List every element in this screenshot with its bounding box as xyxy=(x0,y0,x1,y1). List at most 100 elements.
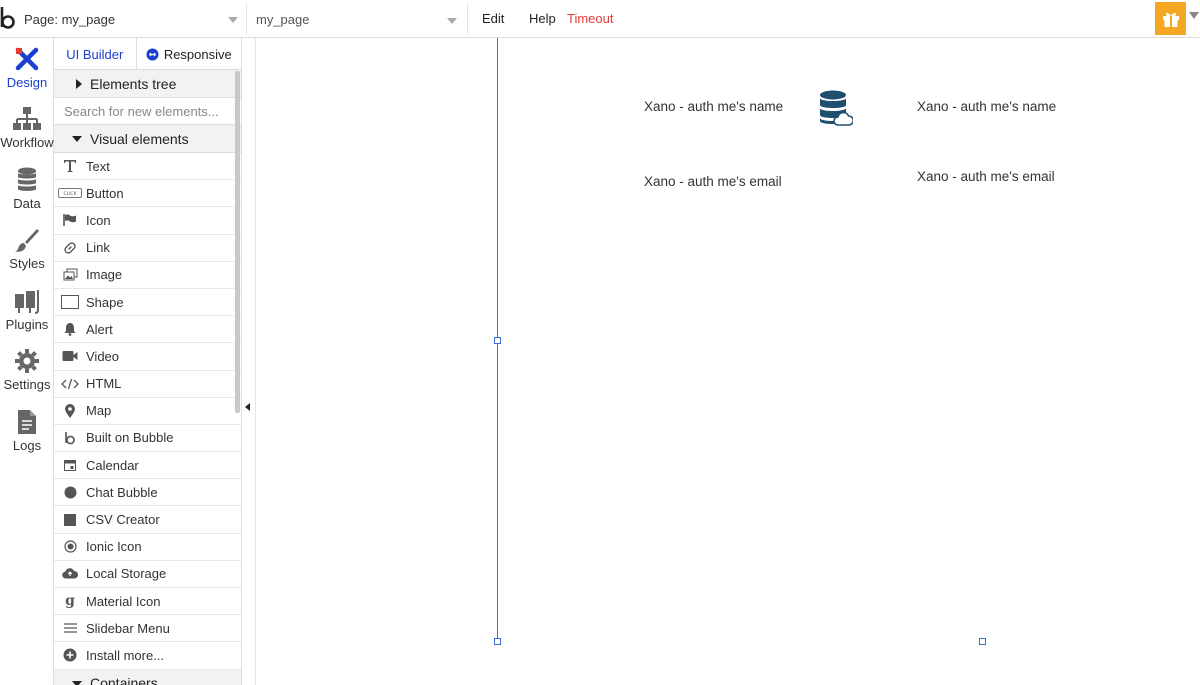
page-canvas[interactable]: Xano - auth me's name Xano - auth me's e… xyxy=(256,38,1200,685)
nav-workflow-label: Workflow xyxy=(0,135,54,150)
text-right-email[interactable]: Xano - auth me's email xyxy=(917,169,1055,184)
nav-logs[interactable]: Logs xyxy=(0,401,54,461)
caret-down-icon xyxy=(72,136,82,142)
nav-settings[interactable]: Settings xyxy=(0,340,54,400)
element-video-label: Video xyxy=(86,348,120,364)
video-icon xyxy=(54,350,86,362)
plus-circle-icon xyxy=(54,648,86,662)
visual-elements-header[interactable]: Visual elements xyxy=(54,125,241,153)
element-selector-label: my_page xyxy=(256,11,310,27)
elements-tree-label: Elements tree xyxy=(90,75,177,92)
caret-right-icon xyxy=(76,79,82,89)
element-video[interactable]: Video xyxy=(54,343,241,371)
element-icon[interactable]: Icon xyxy=(54,207,241,235)
page-selector[interactable]: Page: my_page xyxy=(18,3,247,35)
element-selector[interactable]: my_page xyxy=(248,3,468,35)
visual-elements-list: Text CLICK Button Icon Link Image Shape … xyxy=(54,153,241,670)
caret-left-icon xyxy=(245,403,250,411)
menu-edit[interactable]: Edit xyxy=(482,11,504,26)
gear-icon xyxy=(15,349,39,373)
chevron-down-icon[interactable] xyxy=(1189,12,1199,19)
element-slidebar-menu[interactable]: Slidebar Menu xyxy=(54,615,241,643)
nav-design[interactable]: Design xyxy=(0,38,54,98)
element-built-on-bubble[interactable]: Built on Bubble xyxy=(54,425,241,453)
visual-elements-label: Visual elements xyxy=(90,130,189,147)
menu-help[interactable]: Help xyxy=(529,11,556,26)
element-calendar-label: Calendar xyxy=(86,457,139,473)
caret-down-icon xyxy=(72,680,82,685)
panel-tabs: UI Builder Responsive xyxy=(54,38,241,70)
nav-settings-label: Settings xyxy=(3,377,51,392)
element-text[interactable]: Text xyxy=(54,153,241,181)
element-text-label: Text xyxy=(86,158,110,174)
resize-handle[interactable] xyxy=(979,638,986,645)
button-icon: CLICK xyxy=(54,188,86,199)
containers-header[interactable]: Containers xyxy=(54,669,241,685)
database-cloud-icon[interactable] xyxy=(819,90,853,126)
cloud-icon xyxy=(54,568,86,579)
nav-logs-label: Logs xyxy=(12,438,42,453)
element-icon-label: Icon xyxy=(86,212,111,228)
ionic-icon xyxy=(54,540,86,553)
elements-panel: UI Builder Responsive Elements tree Visu… xyxy=(54,38,242,685)
gift-button[interactable] xyxy=(1155,2,1186,35)
element-shape-label: Shape xyxy=(86,294,124,310)
element-install-more[interactable]: Install more... xyxy=(54,642,241,670)
bubble-logo-icon[interactable] xyxy=(0,5,16,33)
text-right-name[interactable]: Xano - auth me's name xyxy=(917,99,1056,114)
panel-scrollbar[interactable] xyxy=(235,71,240,413)
map-pin-icon xyxy=(54,403,86,418)
nav-design-label: Design xyxy=(6,75,48,90)
link-icon xyxy=(54,241,86,255)
data-icon xyxy=(18,167,36,191)
nav-workflow[interactable]: Workflow xyxy=(0,98,54,158)
element-material-icon[interactable]: g Material Icon xyxy=(54,588,241,616)
left-nav: Design Workflow Data Styles Plugins Sett… xyxy=(0,38,54,685)
element-link[interactable]: Link xyxy=(54,235,241,262)
menu-icon xyxy=(54,623,86,633)
element-button[interactable]: CLICK Button xyxy=(54,180,241,208)
flag-icon xyxy=(54,214,86,227)
elements-tree-header[interactable]: Elements tree xyxy=(54,70,241,98)
tab-ui-builder[interactable]: UI Builder xyxy=(54,38,137,70)
element-link-label: Link xyxy=(86,240,110,256)
element-slidebar-menu-label: Slidebar Menu xyxy=(86,620,170,636)
nav-styles[interactable]: Styles xyxy=(0,219,54,279)
element-install-more-label: Install more... xyxy=(86,647,165,663)
chevron-down-icon xyxy=(228,17,238,23)
brush-icon xyxy=(15,229,39,252)
element-image[interactable]: Image xyxy=(54,262,241,289)
gift-icon xyxy=(1162,12,1179,27)
element-ionic-icon[interactable]: Ionic Icon xyxy=(54,534,241,561)
text-left-email[interactable]: Xano - auth me's email xyxy=(644,174,782,189)
element-alert-label: Alert xyxy=(86,321,113,337)
element-button-label: Button xyxy=(86,185,124,201)
element-map[interactable]: Map xyxy=(54,398,241,425)
element-chat-bubble[interactable]: Chat Bubble xyxy=(54,479,241,507)
element-html[interactable]: HTML xyxy=(54,371,241,398)
image-icon xyxy=(54,268,86,281)
top-bar: Page: my_page my_page Edit Help Timeout xyxy=(0,0,1200,38)
element-shape[interactable]: Shape xyxy=(54,289,241,317)
nav-plugins-label: Plugins xyxy=(5,317,49,332)
responsive-icon xyxy=(146,48,159,60)
element-local-storage[interactable]: Local Storage xyxy=(54,561,241,588)
nav-plugins[interactable]: Plugins xyxy=(0,280,54,340)
timeout-status: Timeout xyxy=(567,11,614,26)
tab-responsive[interactable]: Responsive xyxy=(137,38,241,70)
chat-bubble-icon xyxy=(54,486,86,499)
resize-handle[interactable] xyxy=(494,337,501,344)
element-material-icon-label: Material Icon xyxy=(86,593,161,609)
text-left-name[interactable]: Xano - auth me's name xyxy=(644,99,783,114)
resize-handle[interactable] xyxy=(494,638,501,645)
containers-label: Containers xyxy=(90,675,158,685)
element-alert[interactable]: Alert xyxy=(54,316,241,344)
nav-data[interactable]: Data xyxy=(0,159,54,219)
panel-collapse-button[interactable] xyxy=(242,38,256,685)
bell-icon xyxy=(54,322,86,337)
element-calendar[interactable]: Calendar xyxy=(54,452,241,480)
calendar-icon xyxy=(54,459,86,472)
nav-styles-label: Styles xyxy=(9,256,45,271)
element-search-input[interactable] xyxy=(54,98,241,124)
element-csv-creator[interactable]: CSV Creator xyxy=(54,506,241,534)
